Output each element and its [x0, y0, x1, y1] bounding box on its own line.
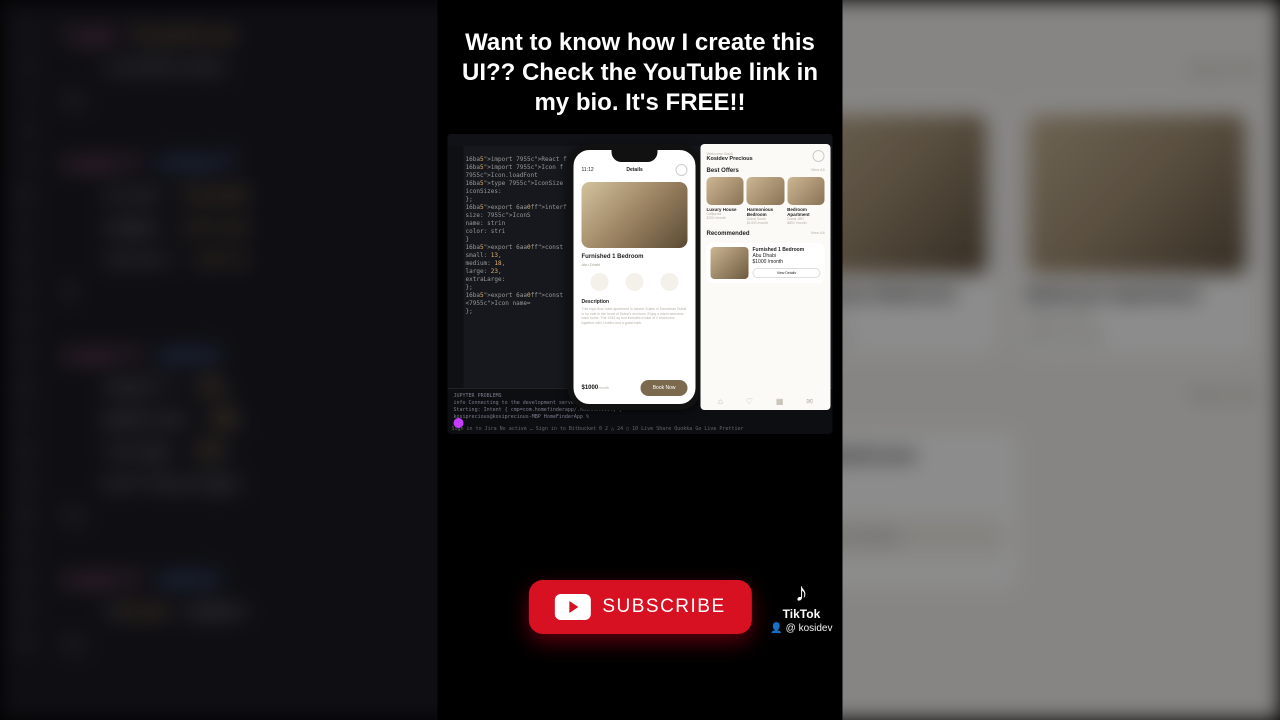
iphone-mockup: 11:12 Details Furnished 1 Bedroom Abu Dh… — [568, 144, 702, 410]
chat-icon[interactable]: ✉ — [806, 397, 813, 406]
bg-code-line: 15 export const — [10, 340, 464, 372]
and-offer-card: Harmonious Bedroom Dubai South $1400 /mo… — [747, 177, 784, 225]
bell-icon — [676, 164, 688, 176]
and-card-price: $1400 /month — [747, 221, 784, 225]
phone-listing-sub: Abu Dhabi — [582, 262, 688, 267]
bg-code-line: 12 color: stri — [10, 244, 464, 276]
heart-icon[interactable]: ♡ — [746, 397, 753, 406]
and-rec-button[interactable]: View Details — [753, 268, 821, 278]
phone-price: $1000 — [582, 385, 599, 391]
and-best-offers: Best Offers — [707, 168, 739, 174]
phone-desc-title: Description — [582, 299, 688, 305]
tiktok-attribution: ♪ TikTok @ kosidev — [770, 579, 832, 634]
and-card-thumb — [747, 177, 784, 205]
bg-code-line: 11 name: strin — [10, 212, 464, 244]
bg-code-line: 19 extraLarge: — [10, 468, 464, 500]
tiktok-icon: ♪ — [770, 579, 832, 605]
and-card-thumb — [707, 177, 744, 205]
mini-terminal-line: kosiprecious@kosiprecious-MBP HomeFinder… — [454, 414, 827, 421]
bg-code-line: 20 }; — [10, 500, 464, 532]
phone-desc: This high-floor hotel apartment in Jabee… — [582, 307, 688, 325]
and-rec-thumb — [711, 247, 749, 279]
bg-code-line: 5 type IconSize — [10, 20, 464, 52]
and-card-title: Harmonious Bedroom — [747, 207, 784, 217]
and-view-all: View All — [811, 230, 825, 235]
phone-header: Details — [626, 167, 642, 173]
account-avatar-dot — [454, 418, 464, 428]
tiktok-brand: TikTok — [770, 607, 832, 621]
screenshot-composite: 16ba5">import 7955c">React f16ba5">impor… — [448, 134, 833, 434]
bg-code-line: 24 }; — [10, 628, 464, 660]
bg-card-sub: Dubai JBR — [1027, 309, 1246, 325]
and-offer-card: Bedroom Apartment Dubai JBR $800 /month — [787, 177, 824, 225]
home-icon[interactable]: ⌂ — [718, 397, 723, 406]
bg-code-line: 13 } — [10, 276, 464, 308]
bg-code-line: 23 <Icon name= — [10, 596, 464, 628]
phone-hero-image — [582, 182, 688, 248]
bg-code-line: 8 — [10, 116, 464, 148]
youtube-play-icon — [554, 594, 590, 620]
bg-code-line: 16 small: 13, — [10, 372, 464, 404]
bg-code-line: 17 medium: 18, — [10, 404, 464, 436]
and-card-price: $800 /month — [787, 221, 824, 225]
and-card-thumb — [787, 177, 824, 205]
bg-card-title: Bedroom Apartment — [1027, 284, 1246, 305]
and-view-all: View All — [811, 167, 825, 172]
and-bottom-nav[interactable]: ⌂ ♡ ▦ ✉ — [707, 397, 825, 406]
and-rec-price: $1000 /month — [753, 259, 821, 265]
bg-code-line: 6 iconSizes: — [10, 52, 464, 84]
bg-card-price: $800 /month — [1027, 329, 1246, 345]
short-video-frame: Want to know how I create this UI?? Chec… — [438, 0, 843, 720]
mini-statusbar: Sign in to Jira No active … Sign in to B… — [452, 426, 829, 433]
bg-code-line: 21 — [10, 532, 464, 564]
phone-badges — [582, 273, 688, 291]
and-username: Kosidev Precious — [707, 156, 753, 162]
phone-time: 11:12 — [582, 167, 594, 173]
subscribe-label: SUBSCRIBE — [602, 596, 725, 618]
book-now-button[interactable]: Book Now — [641, 380, 688, 396]
bg-code-line: 9 export interf — [10, 148, 464, 180]
and-rec-card: Furnished 1 Bedroom Abu Dhabi $1000 /mon… — [707, 243, 825, 283]
phone-listing-title: Furnished 1 Bedroom — [582, 254, 688, 260]
android-mockup: Welcome Back Kosidev Precious Best Offer… — [701, 144, 831, 410]
and-card-title: Bedroom Apartment — [787, 207, 824, 217]
bg-view-all: View All — [1188, 385, 1256, 406]
bg-offer-card: Bedroom Apartment Dubai JBR $800 /month — [1017, 104, 1256, 355]
bg-code-line: 14 — [10, 308, 464, 340]
grid-icon[interactable]: ▦ — [776, 397, 784, 406]
bg-code-line: 7 }; — [10, 84, 464, 116]
bg-code-editor: 5 type IconSize 6 iconSizes: 7 }; 8 9 ex… — [0, 0, 474, 720]
and-card-price: $700 /month — [707, 216, 744, 220]
and-offer-card: Luxury House California $700 /month — [707, 177, 744, 225]
bg-card-thumb — [1027, 114, 1246, 274]
bell-icon — [813, 150, 825, 162]
bg-code-line: 10 size: IconS — [10, 180, 464, 212]
tiktok-user: @ kosidev — [770, 623, 832, 634]
bg-code-line: 18 large: 23, — [10, 436, 464, 468]
bg-view-all: View All — [1188, 60, 1256, 81]
subscribe-button[interactable]: SUBSCRIBE — [528, 580, 751, 634]
and-recommended: Recommended — [707, 231, 750, 237]
bg-code-line: 22 export const — [10, 564, 464, 596]
headline-text: Want to know how I create this UI?? Chec… — [438, 0, 843, 122]
phone-price-unit: /month — [598, 386, 609, 390]
